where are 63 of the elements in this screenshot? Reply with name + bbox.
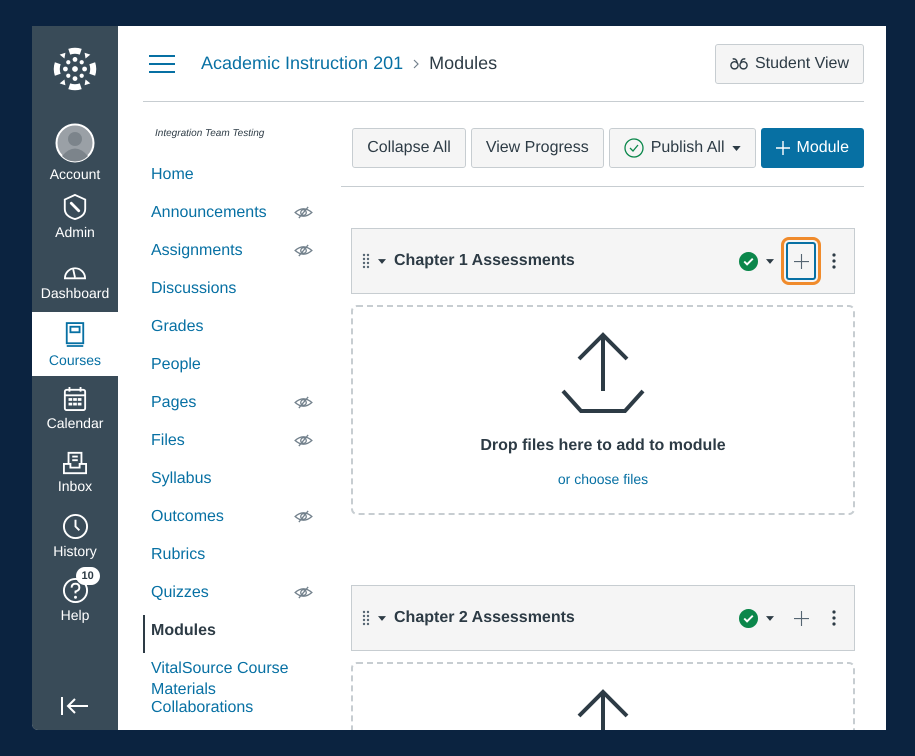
course-nav-link[interactable]: Assignments (143, 235, 321, 273)
course-nav-link[interactable]: Discussions (143, 273, 321, 311)
drop-zone-title: Drop files here to add to module (480, 437, 726, 455)
kebab-menu-icon[interactable] (832, 610, 836, 626)
caret-icon (732, 146, 741, 150)
calendar-icon (63, 386, 87, 412)
caret-icon[interactable] (766, 616, 774, 620)
global-nav-link[interactable]: Inbox (32, 440, 118, 504)
clock-icon (62, 513, 88, 540)
course-nav-link[interactable]: Syllabus (143, 463, 321, 501)
plus-icon (794, 610, 808, 626)
shield-icon (62, 192, 88, 220)
view-progress-button[interactable]: View Progress (470, 128, 604, 168)
plus-icon (794, 254, 808, 268)
breadcrumb-link[interactable]: Academic Instruction 201 (201, 53, 404, 74)
avatar-icon (55, 122, 95, 162)
chevron-icon (413, 58, 420, 68)
upload-icon (561, 331, 645, 415)
course-nav-link[interactable]: Pages (143, 387, 321, 425)
publish-all-button[interactable]: Publish All (608, 128, 756, 168)
global-nav-link[interactable]: Admin (32, 184, 118, 248)
caret-icon[interactable] (766, 258, 774, 264)
collapse-icon[interactable] (60, 696, 90, 716)
plus-icon (776, 141, 790, 155)
course-nav-link[interactable]: Outcomes (143, 501, 321, 539)
check-circle-icon (624, 138, 644, 158)
course-nav-link[interactable]: Home (143, 159, 321, 197)
global-nav-link[interactable]: Calendar (32, 376, 118, 440)
logo-icon[interactable] (52, 46, 98, 92)
student-view-button[interactable]: Student View (715, 44, 864, 84)
course-nav-link[interactable]: Quizzes (143, 577, 321, 615)
kebab-menu-icon[interactable] (832, 253, 836, 269)
published-icon[interactable] (739, 608, 758, 628)
choose-files-link[interactable]: or choose files (558, 471, 648, 487)
course-nav-link[interactable]: Rubrics (143, 539, 321, 577)
published-icon[interactable] (739, 252, 758, 270)
menu-icon[interactable] (149, 54, 175, 72)
glasses-icon (730, 57, 748, 70)
drag-handle-icon[interactable] (362, 253, 370, 269)
global-nav-link[interactable]: Courses (32, 312, 118, 376)
global-nav-link[interactable]: 10 Help (32, 568, 118, 632)
drag-handle-icon[interactable] (362, 610, 370, 626)
course-nav-link[interactable]: VitalSource Course Materials (143, 653, 321, 692)
add-module-button[interactable]: Module (760, 128, 864, 168)
course-nav-link[interactable]: Grades (143, 311, 321, 349)
course-nav-link[interactable]: People (143, 349, 321, 387)
breadcrumb-current: Modules (429, 53, 498, 74)
term-label: Integration Team Testing (154, 128, 266, 139)
course-nav-link[interactable]: Modules (143, 615, 321, 653)
global-nav-link[interactable]: Dashboard (32, 248, 118, 312)
caret-icon[interactable] (378, 616, 386, 620)
book-icon (64, 320, 86, 348)
global-nav-link[interactable]: Account (32, 120, 118, 184)
file-drop-zone[interactable]: Drop files here to add to module or choose files (351, 305, 855, 515)
inbox-icon (62, 450, 88, 474)
caret-icon[interactable] (378, 258, 386, 264)
course-nav-link[interactable]: Files (143, 425, 321, 463)
collapse-all-button[interactable]: Collapse All (352, 128, 466, 168)
global-nav-link[interactable]: History (32, 504, 118, 568)
notification-badge: 10 (76, 567, 100, 585)
module-title: Chapter 1 Assessments (394, 252, 575, 270)
module-title: Chapter 2 Assessments (394, 609, 575, 627)
course-nav-link[interactable]: Announcements (143, 197, 321, 235)
